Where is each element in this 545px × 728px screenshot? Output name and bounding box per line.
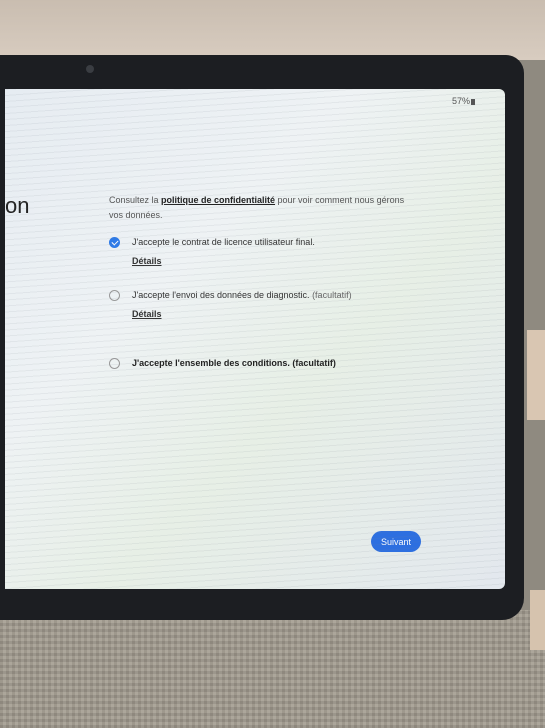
eula-checkbox-checked-icon[interactable] bbox=[109, 237, 120, 248]
page-title: on bbox=[5, 193, 30, 218]
tablet-screen: 57% on Consultez la politique de confide… bbox=[5, 89, 505, 589]
accept-all-optional: (facultatif) bbox=[289, 358, 336, 368]
privacy-policy-link[interactable]: politique de confidentialité bbox=[161, 195, 275, 205]
accept-all-label-text: J'accepte l'ensemble des conditions. bbox=[132, 358, 290, 368]
background-fabric bbox=[0, 610, 545, 728]
next-button[interactable]: Suivant bbox=[371, 531, 421, 552]
diagnostics-label-text: J'accepte l'envoi des données de diagnos… bbox=[132, 290, 310, 300]
camera-icon bbox=[86, 65, 94, 73]
battery-indicator: 57% bbox=[452, 96, 476, 106]
accept-all-label: J'accepte l'ensemble des conditions. (fa… bbox=[132, 358, 336, 368]
tablet-device: 57% on Consultez la politique de confide… bbox=[0, 55, 524, 620]
accept-all-checkbox-icon[interactable] bbox=[109, 358, 120, 369]
privacy-text: Consultez la politique de confidentialit… bbox=[109, 193, 409, 223]
privacy-prefix: Consultez la bbox=[109, 195, 162, 205]
diagnostics-checkbox-icon[interactable] bbox=[109, 290, 120, 301]
background-object bbox=[527, 330, 545, 420]
diagnostics-details-link[interactable]: Détails bbox=[132, 309, 162, 319]
battery-icon bbox=[471, 98, 476, 105]
diagnostics-optional: (facultatif) bbox=[309, 290, 352, 300]
eula-details-link[interactable]: Détails bbox=[132, 256, 162, 266]
diagnostics-label: J'accepte l'envoi des données de diagnos… bbox=[132, 290, 352, 300]
background-wall bbox=[0, 0, 545, 60]
battery-percentage: 57% bbox=[452, 96, 471, 106]
eula-label: J'accepte le contrat de licence utilisat… bbox=[132, 237, 315, 247]
background-object bbox=[530, 590, 545, 650]
